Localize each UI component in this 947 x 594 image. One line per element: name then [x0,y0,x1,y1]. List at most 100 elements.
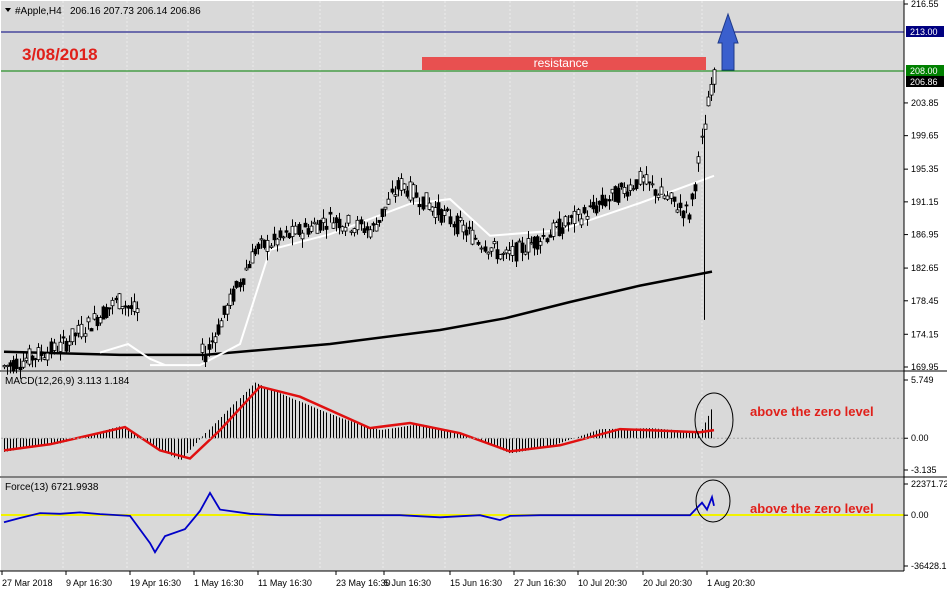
candle-body [67,341,72,346]
candle-body [535,236,540,250]
candle-body [411,184,416,199]
candle-body [287,233,292,239]
candle-body [244,267,249,271]
candle-body [228,293,233,306]
candle-body [514,242,519,262]
candle-body [11,360,16,372]
time-tick-label: 9 Apr 16:30 [66,578,112,588]
candle-body [359,219,364,225]
candle-body [445,208,450,211]
candle-body [262,239,267,248]
candle-body [644,174,649,185]
candle-body [641,176,646,183]
candle-body [504,249,509,254]
candle-body [712,69,717,85]
candle-body [452,223,457,228]
price-tick-label: 191.15 [911,197,939,207]
candle-body [594,205,599,214]
candle-body [42,357,47,360]
candle-body [79,323,84,338]
candle-body [470,229,475,245]
candle-body [436,202,441,216]
candle-body [14,358,19,370]
candle-body [259,238,264,241]
candle-body [399,178,404,191]
candle-body [107,307,112,310]
candle-body [625,191,630,197]
price-tick-label: 186.95 [911,230,939,240]
candle-body [207,344,212,350]
candle-body [343,226,348,232]
candle-body [417,204,422,208]
candle-body [321,217,326,224]
candle-body [52,342,57,351]
candle-body [293,225,298,235]
candle-body [352,228,357,234]
candle-body [541,235,546,237]
force-tick-label: -36428.1 [911,561,947,571]
candle-body [306,228,311,235]
candle-body [486,251,491,255]
candle-body [309,225,314,232]
candle-body [576,209,581,215]
time-tick-label: 19 Apr 16:30 [130,578,181,588]
candle-body [616,187,621,203]
chart-window: resistance #Apple,H4 206.16 207.73 206.1… [0,0,947,594]
candle-body [120,306,125,310]
candle-body [479,247,484,250]
macd-tick-label: -3.135 [911,465,937,475]
price-tick-label: 195.35 [911,164,939,174]
candle-body [380,208,385,218]
candle-body [464,229,469,236]
price-tick-label: 216.55 [911,0,939,9]
date-annotation: 3/08/2018 [22,45,98,64]
candle-body [126,305,131,309]
candle-body [210,340,215,343]
price-tick-label: 178.45 [911,296,939,306]
candle-body [467,226,472,230]
candle-body [591,201,596,210]
candle-body [340,226,345,232]
candle-body [473,237,478,240]
main-panel [1,1,904,370]
candle-body [234,280,239,288]
candle-body [114,297,119,301]
candle-body [104,307,109,318]
candle-body [647,181,652,184]
candle-body [278,230,283,238]
candle-body [634,179,639,189]
macd-tick-label: 0.00 [911,433,929,443]
candle-body [203,354,208,363]
candle-body [55,352,60,355]
candle-body [331,222,336,229]
candle-body [433,207,438,218]
level-213-badge-text: 213.00 [910,27,938,37]
candle-body [86,317,91,323]
candle-body [610,188,615,194]
macd-tick-label: 5.749 [911,375,934,385]
candle-body [551,222,556,237]
candle-body [709,83,714,96]
candle-body [588,205,593,208]
force-tick-label: 22371.72 [911,479,947,489]
candle-body [510,246,515,256]
candle-body [374,224,379,232]
candle-body [76,324,81,334]
candle-body [324,225,329,230]
candle-body [427,202,432,210]
price-tick-label: 199.65 [911,131,939,141]
candle-body [538,241,543,246]
candle-body [414,192,419,198]
candle-body [355,219,360,231]
candle-body [349,230,354,233]
candle-body [579,218,584,226]
candle-body [628,184,633,192]
candle-body [95,317,100,327]
price-chart[interactable]: resistance #Apple,H4 206.16 207.73 206.1… [0,0,947,594]
candle-body [272,233,277,241]
candle-body [554,222,559,228]
candle-body [498,254,503,260]
candle-body [690,193,695,200]
candle-body [132,301,137,312]
candle-body [492,241,497,245]
